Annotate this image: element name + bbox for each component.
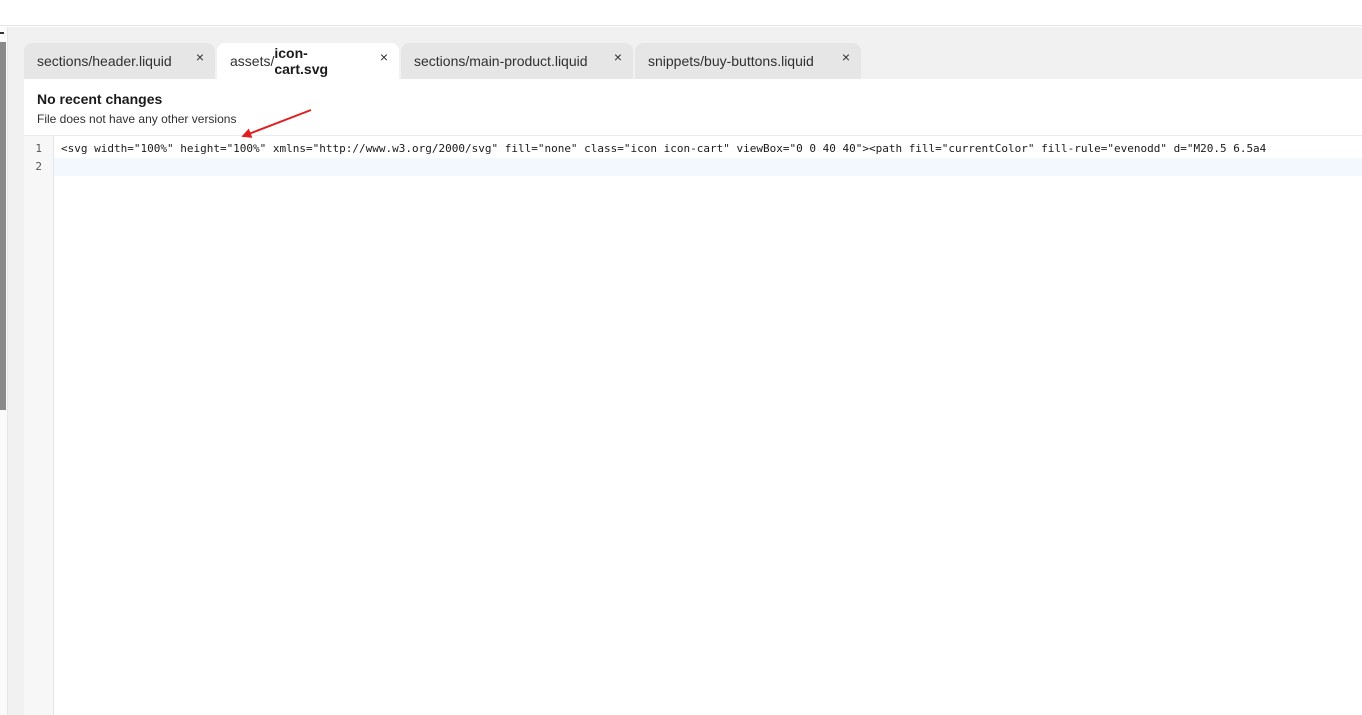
line-number: 2 <box>35 160 42 173</box>
code-editor-main: sections/header.liquid × assets/icon-car… <box>8 27 1362 715</box>
tab-label: snippets/buy-buttons.liquid <box>648 53 814 69</box>
close-icon[interactable]: × <box>380 50 388 64</box>
close-icon[interactable]: × <box>614 50 622 64</box>
active-line-highlight <box>54 158 1362 176</box>
top-bar <box>0 0 1362 26</box>
code-line[interactable]: <svg width="100%" height="100%" xmlns="h… <box>61 140 1266 158</box>
tab-sections-main-product-liquid[interactable]: sections/main-product.liquid × <box>401 43 633 79</box>
file-tab-bar: sections/header.liquid × assets/icon-car… <box>24 43 861 79</box>
tab-label-prefix: assets/ <box>230 53 275 69</box>
left-scrollbar[interactable] <box>0 42 6 410</box>
tab-snippets-buy-buttons-liquid[interactable]: snippets/buy-buttons.liquid × <box>635 43 861 79</box>
tab-assets-icon-cart-svg[interactable]: assets/icon-cart.svg × <box>217 43 399 79</box>
tab-label-filename: icon-cart.svg <box>274 45 329 77</box>
tab-label: sections/header.liquid <box>37 53 172 69</box>
line-number: 1 <box>35 142 42 155</box>
version-info-subtitle: File does not have any other versions <box>37 112 237 126</box>
close-icon[interactable]: × <box>196 50 204 64</box>
line-number-gutter <box>24 136 54 715</box>
left-edge-mark <box>0 32 4 34</box>
close-icon[interactable]: × <box>842 50 850 64</box>
tab-sections-header-liquid[interactable]: sections/header.liquid × <box>24 43 215 79</box>
version-info: No recent changes File does not have any… <box>37 91 236 126</box>
version-info-title: No recent changes <box>37 91 163 107</box>
editor-panel: No recent changes File does not have any… <box>24 79 1362 715</box>
tab-label: sections/main-product.liquid <box>414 53 588 69</box>
code-area[interactable]: 1 <svg width="100%" height="100%" xmlns=… <box>24 135 1362 715</box>
